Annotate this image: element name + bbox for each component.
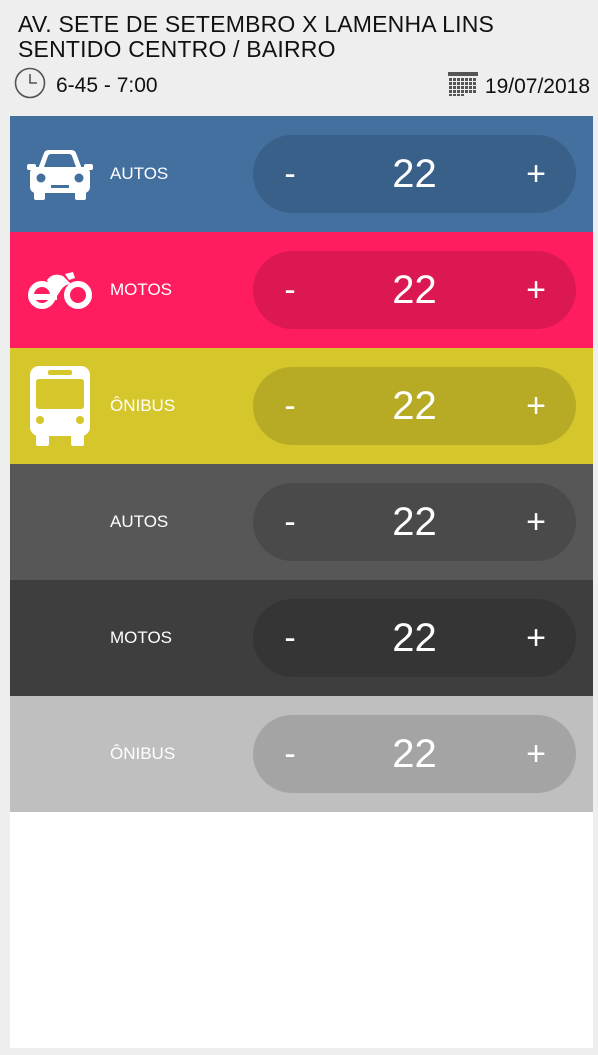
decrement-button[interactable]: - xyxy=(255,367,325,445)
count-value: 22 xyxy=(392,383,437,428)
clock-icon xyxy=(14,67,46,105)
location-title: AV. SETE DE SETEMBRO X LAMENHA LINS SENT… xyxy=(18,12,494,62)
row-onibus-secondary: ÔNIBUS - 22 + xyxy=(10,696,593,812)
increment-button[interactable]: + xyxy=(501,715,571,793)
row-label: AUTOS xyxy=(110,164,169,183)
increment-button[interactable]: + xyxy=(501,251,571,329)
count-value: 22 xyxy=(392,615,437,660)
counter-control: - 22 + xyxy=(253,715,576,793)
count-value: 22 xyxy=(392,151,437,196)
title-line-2: SENTIDO CENTRO / BAIRRO xyxy=(18,36,336,62)
date: 19/07/2018 xyxy=(447,72,590,102)
count-value: 22 xyxy=(392,499,437,544)
calendar-icon xyxy=(447,71,479,103)
header: AV. SETE DE SETEMBRO X LAMENHA LINS SENT… xyxy=(0,0,598,116)
row-onibus-primary: ÔNIBUS - 22 + xyxy=(10,348,593,464)
counter-control: - 22 + xyxy=(253,251,576,329)
count-value: 22 xyxy=(392,267,437,312)
car-icon xyxy=(24,116,96,232)
row-label: MOTOS xyxy=(110,628,173,647)
row-label: MOTOS xyxy=(110,280,173,299)
row-motos-secondary: MOTOS - 22 + xyxy=(10,580,593,696)
decrement-button[interactable]: - xyxy=(255,251,325,329)
title-line-1: AV. SETE DE SETEMBRO X LAMENHA LINS xyxy=(18,11,495,37)
increment-button[interactable]: + xyxy=(501,599,571,677)
row-label: AUTOS xyxy=(110,512,169,531)
decrement-button[interactable]: - xyxy=(255,483,325,561)
decrement-button[interactable]: - xyxy=(255,715,325,793)
row-autos-secondary: AUTOS - 22 + xyxy=(10,464,593,580)
row-label: ÔNIBUS xyxy=(110,744,176,763)
row-autos-primary: AUTOS - 22 + xyxy=(10,116,593,232)
row-label: ÔNIBUS xyxy=(110,396,176,415)
counter-control: - 22 + xyxy=(253,599,576,677)
time-range: 6-45 - 7:00 xyxy=(14,67,158,105)
increment-button[interactable]: + xyxy=(501,483,571,561)
counter-control: - 22 + xyxy=(253,367,576,445)
motorcycle-icon xyxy=(24,232,96,348)
decrement-button[interactable]: - xyxy=(255,599,325,677)
bus-icon xyxy=(24,348,96,464)
counter-panel: AUTOS - 22 + MOTOS - 22 + ÔNIBUS - 22 + … xyxy=(10,116,593,1048)
counter-control: - 22 + xyxy=(253,135,576,213)
date-text: 19/07/2018 xyxy=(484,75,590,98)
increment-button[interactable]: + xyxy=(501,135,571,213)
time-range-text: 6-45 - 7:00 xyxy=(56,74,158,97)
decrement-button[interactable]: - xyxy=(255,135,325,213)
row-motos-primary: MOTOS - 22 + xyxy=(10,232,593,348)
counter-control: - 22 + xyxy=(253,483,576,561)
count-value: 22 xyxy=(392,731,437,776)
increment-button[interactable]: + xyxy=(501,367,571,445)
